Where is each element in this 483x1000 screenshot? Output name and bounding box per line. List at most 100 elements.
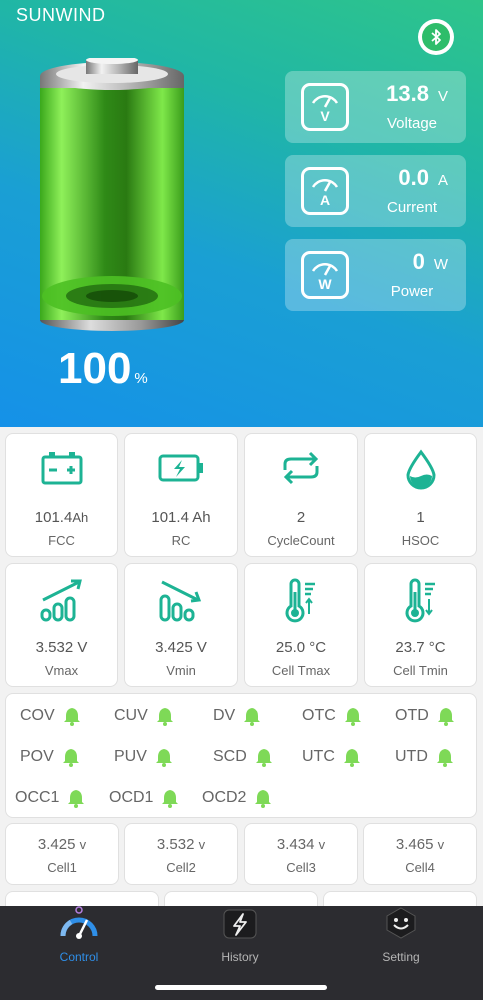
home-indicator xyxy=(155,985,327,990)
alarm-label: OCC1 xyxy=(15,789,60,806)
bell-icon xyxy=(344,708,361,726)
current-unit: A xyxy=(437,172,448,189)
vmax-card: 3.532 V Vmax xyxy=(5,563,118,687)
cell2-card: 3.532 v Cell2 xyxy=(124,823,238,885)
cell-voltage: 3.465 v xyxy=(395,836,445,853)
water-drop-icon xyxy=(405,449,436,490)
cell-voltage: 3.532 v xyxy=(156,836,206,853)
alarm-dv: DV xyxy=(213,706,261,726)
voltage-label: Voltage xyxy=(386,115,438,132)
tab-label: Control xyxy=(59,950,99,964)
bell-icon xyxy=(255,790,272,808)
battery-terminals-icon xyxy=(41,452,82,485)
bell-icon xyxy=(155,749,172,767)
wattmeter-icon: W xyxy=(301,251,349,299)
hsoc-card: 1 HSOC xyxy=(364,433,477,557)
alarm-label: POV xyxy=(20,748,54,765)
soc-unit: % xyxy=(134,370,148,387)
power-unit: W xyxy=(433,256,448,273)
alarm-label: CUV xyxy=(114,707,148,724)
tab-history[interactable]: History xyxy=(180,906,300,976)
lightning-icon xyxy=(223,909,257,939)
fcc-label: FCC xyxy=(48,533,75,548)
hsoc-value: 1 xyxy=(416,509,425,526)
battery-graphic xyxy=(40,58,184,331)
cyclecount-label: CycleCount xyxy=(267,533,335,548)
vmin-card: 3.425 V Vmin xyxy=(124,563,238,687)
bell-icon xyxy=(162,790,179,808)
bell-icon xyxy=(68,790,85,808)
bell-icon xyxy=(437,708,454,726)
vmax-label: Vmax xyxy=(44,663,79,678)
cyclecount-card: 2 CycleCount xyxy=(244,433,358,557)
alarm-puv: PUV xyxy=(114,747,173,767)
fcc-card: 101.4Ah FCC xyxy=(5,433,118,557)
alarm-label: OTC xyxy=(302,707,336,724)
svg-text:A: A xyxy=(320,192,330,208)
trend-up-icon xyxy=(40,579,82,622)
alarm-label: OCD1 xyxy=(109,789,154,806)
current-label: Current xyxy=(386,199,438,216)
hsoc-label: HSOC xyxy=(401,533,440,548)
bell-icon xyxy=(343,749,360,767)
bluetooth-button[interactable] xyxy=(418,19,454,55)
cell-tmax-label: Cell Tmax xyxy=(271,663,331,678)
alarm-label: UTC xyxy=(302,748,335,765)
alarm-otd: OTD xyxy=(395,706,455,726)
cell-label: Cell1 xyxy=(47,860,77,875)
cell4-card: 3.465 v Cell4 xyxy=(363,823,477,885)
tab-setting[interactable]: Setting xyxy=(341,906,461,976)
power-card: W 0W Power xyxy=(285,239,466,311)
power-label: Power xyxy=(390,283,434,300)
alarm-ocd2: OCD2 xyxy=(202,788,272,808)
battery-status-panel: SUNWIND 100 % V 13.8 V Voltage A 0.0 A C… xyxy=(0,0,483,427)
voltage-unit: V xyxy=(437,88,448,105)
fcc-value: 101.4Ah xyxy=(34,509,89,526)
alarm-otc: OTC xyxy=(302,706,362,726)
rc-card: 101.4 Ah RC xyxy=(124,433,238,557)
alarm-cov: COV xyxy=(20,706,81,726)
power-value: 0 xyxy=(412,249,425,274)
current-card: A 0.0 A Current xyxy=(285,155,466,227)
current-value: 0.0 xyxy=(398,165,429,190)
rc-value: 101.4 Ah xyxy=(151,509,211,526)
soc-value: 100 xyxy=(58,344,132,393)
cycle-arrows-icon xyxy=(283,451,319,485)
ammeter-icon: A xyxy=(301,167,349,215)
thermometer-down-icon xyxy=(405,578,435,623)
vmin-value: 3.425 V xyxy=(155,639,207,656)
cell-label: Cell2 xyxy=(166,860,196,875)
state-of-charge: 100 % xyxy=(58,344,148,394)
alarm-label: OCD2 xyxy=(202,789,247,806)
bell-icon xyxy=(63,708,80,726)
cyclecount-value: 2 xyxy=(296,509,306,526)
bell-icon xyxy=(156,708,173,726)
gauge-icon xyxy=(60,906,98,939)
svg-text:V: V xyxy=(320,108,330,124)
bell-icon xyxy=(436,749,453,767)
cell-tmax-value: 25.0 °C xyxy=(275,639,327,656)
bell-icon xyxy=(255,749,272,767)
alarm-scd: SCD xyxy=(213,747,273,767)
cell-tmax-card: 25.0 °C Cell Tmax xyxy=(244,563,358,687)
alarm-utc: UTC xyxy=(302,747,361,767)
cell-tmin-card: 23.7 °C Cell Tmin xyxy=(364,563,477,687)
bluetooth-icon xyxy=(422,23,450,51)
cell1-card: 3.425 v Cell1 xyxy=(5,823,119,885)
battery-charging-icon xyxy=(158,454,203,482)
cell-label: Cell3 xyxy=(286,860,316,875)
alarm-label: DV xyxy=(213,707,236,724)
smiley-icon xyxy=(386,907,416,939)
alarm-label: UTD xyxy=(395,748,428,765)
tab-control[interactable]: Control xyxy=(19,906,139,976)
brand-title: SUNWIND xyxy=(16,5,106,25)
cell3-card: 3.434 v Cell3 xyxy=(244,823,358,885)
alarm-panel: COV CUV DV OTC OTD POV PUV SCD UTC UTD OCC1 OCD1 OCD… xyxy=(5,693,477,818)
alarm-occ1: OCC1 xyxy=(15,788,85,808)
alarm-label: OTD xyxy=(395,707,429,724)
trend-down-icon xyxy=(159,580,202,622)
voltage-card: V 13.8 V Voltage xyxy=(285,71,466,143)
alarm-label: COV xyxy=(20,707,55,724)
alarm-ocd1: OCD1 xyxy=(109,788,179,808)
voltmeter-icon: V xyxy=(301,83,349,131)
